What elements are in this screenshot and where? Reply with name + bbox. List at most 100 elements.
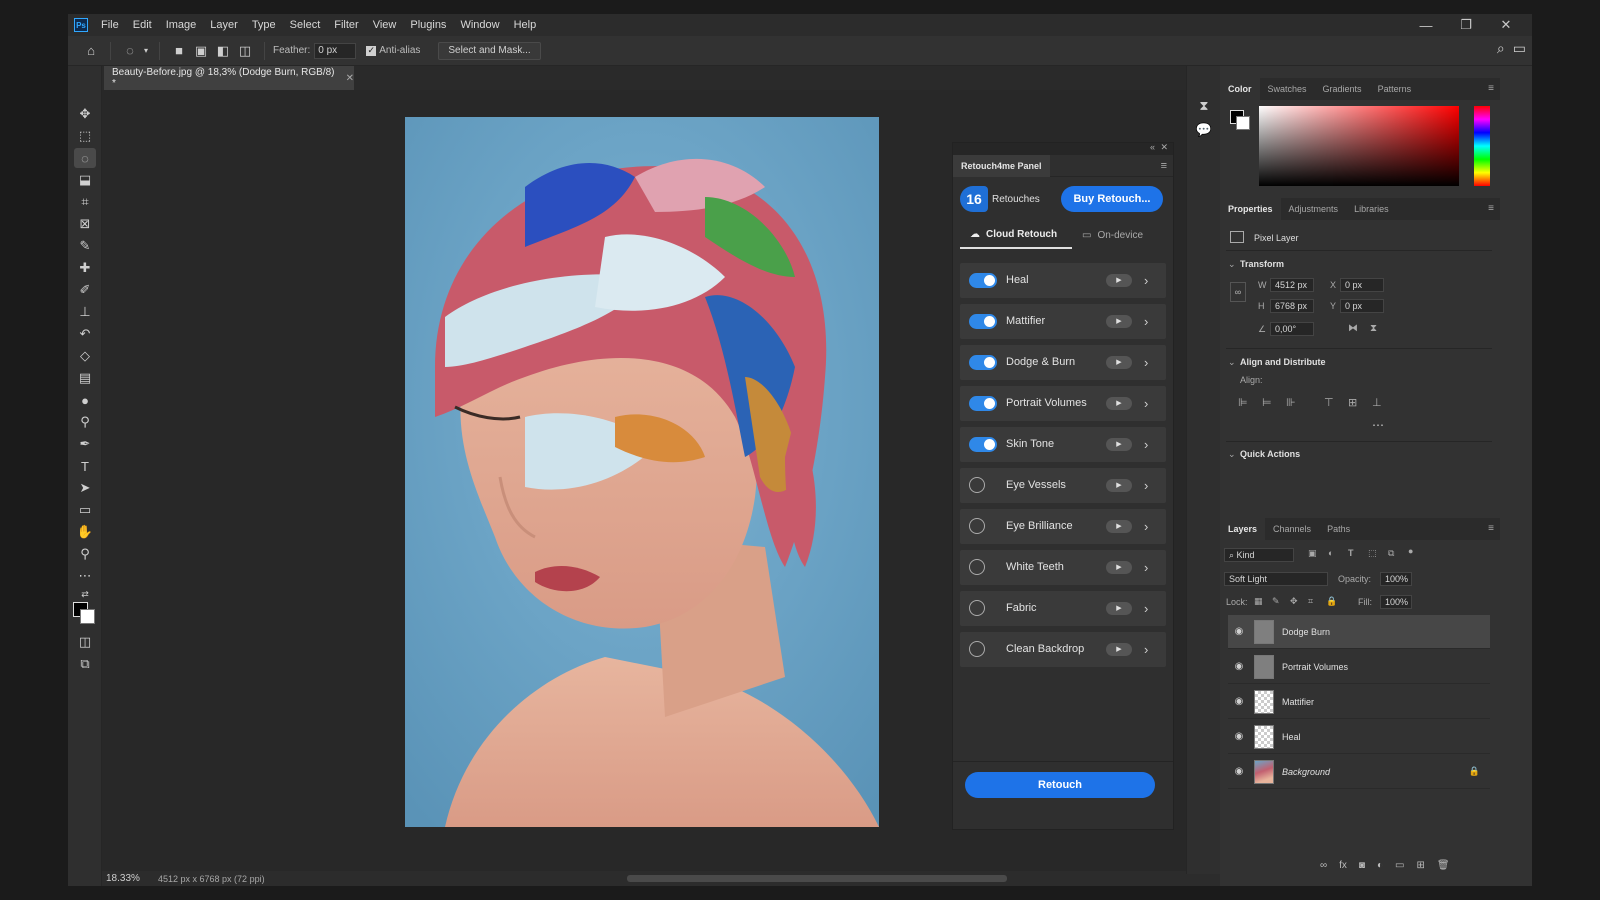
play-icon[interactable]: ▶ (1106, 479, 1132, 492)
tab-color[interactable]: Color (1220, 78, 1260, 100)
brush-tool-icon[interactable]: ✐ (74, 280, 96, 300)
path-select-tool-icon[interactable]: ➤ (74, 478, 96, 498)
filter-adjustment-icon[interactable]: ◐ (1328, 548, 1333, 558)
toggle-switch[interactable] (969, 518, 985, 534)
x-input[interactable]: 0 px (1340, 278, 1384, 292)
minimize-icon[interactable]: — (1406, 18, 1446, 33)
move-tool-icon[interactable]: ✥ (74, 104, 96, 124)
new-group-icon[interactable]: ▭ (1395, 860, 1404, 871)
align-center-icon[interactable]: ⊨ (1262, 396, 1272, 409)
menu-window[interactable]: Window (453, 14, 506, 36)
toggle-switch[interactable] (969, 437, 997, 452)
layer-row-portrait-volumes[interactable]: ◉ Portrait Volumes (1228, 650, 1490, 684)
crop-tool-icon[interactable]: ⌗ (74, 192, 96, 212)
lock-position-icon[interactable]: ✥ (1290, 596, 1298, 607)
filter-smart-object-icon[interactable]: ⧉ (1388, 548, 1394, 559)
hand-tool-icon[interactable]: ✋ (74, 522, 96, 542)
align-middle-icon[interactable]: ⊞ (1348, 396, 1357, 409)
more-icon[interactable]: ⋯ (1372, 418, 1384, 432)
layer-row-mattifier[interactable]: ◉ Mattifier (1228, 685, 1490, 719)
type-tool-icon[interactable]: T (74, 456, 96, 476)
visibility-eye-icon[interactable]: ◉ (1228, 766, 1250, 777)
history-brush-tool-icon[interactable]: ↶ (74, 324, 96, 344)
restore-icon[interactable]: ❐ (1446, 17, 1486, 33)
close-icon[interactable]: ✕ (1160, 142, 1168, 153)
align-section-title[interactable]: Align and Distribute (1240, 357, 1326, 367)
panel-menu-icon[interactable]: ≡ (1488, 203, 1494, 214)
tab-cloud-retouch[interactable]: ☁ Cloud Retouch (960, 223, 1072, 249)
close-icon[interactable]: ✕ (346, 73, 354, 84)
play-icon[interactable]: ▶ (1106, 274, 1132, 287)
tab-on-device[interactable]: ▭ On-device (1082, 223, 1166, 249)
menu-help[interactable]: Help (507, 14, 544, 36)
layer-row-background[interactable]: ◉ Background 🔒 (1228, 755, 1490, 789)
history-panel-icon[interactable]: ⧗ (1193, 96, 1215, 116)
buy-retouch-button[interactable]: Buy Retouch... (1061, 186, 1163, 212)
chevron-right-icon[interactable]: › (1144, 345, 1148, 380)
hue-slider[interactable] (1474, 106, 1490, 186)
menu-image[interactable]: Image (159, 14, 204, 36)
antialias-checkbox[interactable]: ✓ (366, 45, 377, 56)
lasso-tool-icon[interactable]: ◌ (119, 40, 141, 62)
blur-tool-icon[interactable]: ● (74, 390, 96, 410)
toggle-switch[interactable] (969, 273, 997, 288)
fill-input[interactable]: 100% (1380, 595, 1412, 609)
zoom-level[interactable]: 18.33% (106, 873, 158, 884)
menu-type[interactable]: Type (245, 14, 283, 36)
play-icon[interactable]: ▶ (1106, 561, 1132, 574)
horizontal-scroll-thumb[interactable] (627, 875, 1007, 882)
play-icon[interactable]: ▶ (1106, 438, 1132, 451)
lock-artboard-icon[interactable]: ⌗ (1308, 596, 1313, 607)
chevron-right-icon[interactable]: › (1144, 468, 1148, 503)
lock-all-icon[interactable]: 🔒 (1326, 596, 1337, 607)
comments-panel-icon[interactable]: 💬 (1193, 120, 1215, 140)
home-icon[interactable]: ⌂ (80, 40, 102, 62)
retouch-button[interactable]: Retouch (965, 772, 1155, 798)
more-tools-icon[interactable]: ⋯ (74, 566, 96, 586)
quick-mask-icon[interactable]: ◫ (74, 632, 96, 652)
blend-mode-select[interactable]: Soft Light (1224, 572, 1328, 586)
filter-shape-icon[interactable]: ⬚ (1368, 548, 1377, 559)
play-icon[interactable]: ▶ (1106, 602, 1132, 615)
play-icon[interactable]: ▶ (1106, 397, 1132, 410)
chevron-right-icon[interactable]: › (1144, 386, 1148, 421)
tab-swatches[interactable]: Swatches (1260, 78, 1315, 100)
link-layers-icon[interactable]: ∞ (1320, 860, 1327, 871)
layer-style-icon[interactable]: fx (1339, 860, 1347, 871)
close-window-icon[interactable]: ✕ (1486, 17, 1526, 33)
panel-menu-icon[interactable]: ≡ (1161, 160, 1167, 172)
visibility-eye-icon[interactable]: ◉ (1228, 696, 1250, 707)
menu-edit[interactable]: Edit (126, 14, 159, 36)
subtract-selection-icon[interactable]: ◧ (212, 40, 234, 62)
menu-plugins[interactable]: Plugins (403, 14, 453, 36)
menu-file[interactable]: File (94, 14, 126, 36)
menu-select[interactable]: Select (283, 14, 328, 36)
toggle-switch[interactable] (969, 600, 985, 616)
filter-type-icon[interactable]: T (1348, 548, 1354, 558)
gradient-tool-icon[interactable]: ▤ (74, 368, 96, 388)
tab-adjustments[interactable]: Adjustments (1281, 198, 1347, 220)
angle-input[interactable]: 0,00° (1270, 322, 1314, 336)
tab-gradients[interactable]: Gradients (1315, 78, 1370, 100)
intersect-selection-icon[interactable]: ◫ (234, 40, 256, 62)
chevron-down-icon[interactable]: ▾ (141, 40, 151, 62)
chevron-right-icon[interactable]: › (1144, 632, 1148, 667)
layer-name[interactable]: Heal (1282, 732, 1301, 742)
menu-layer[interactable]: Layer (203, 14, 245, 36)
panel-menu-icon[interactable]: ≡ (1488, 83, 1494, 94)
play-icon[interactable]: ▶ (1106, 520, 1132, 533)
visibility-eye-icon[interactable]: ◉ (1228, 661, 1250, 672)
chevron-down-icon[interactable]: ⌄ (1228, 357, 1236, 368)
eyedropper-tool-icon[interactable]: ✎ (74, 236, 96, 256)
chevron-right-icon[interactable]: › (1144, 263, 1148, 298)
filter-toggle-icon[interactable]: ● (1408, 546, 1413, 556)
chevron-right-icon[interactable]: › (1144, 304, 1148, 339)
chevron-right-icon[interactable]: › (1144, 550, 1148, 585)
rectangle-tool-icon[interactable]: ▭ (74, 500, 96, 520)
layer-name[interactable]: Mattifier (1282, 697, 1314, 707)
transform-section-title[interactable]: Transform (1240, 259, 1284, 269)
panel-title[interactable]: Retouch4me Panel (953, 155, 1050, 177)
background-color-swatch[interactable] (1236, 116, 1250, 130)
flip-vertical-icon[interactable]: ⧗ (1370, 323, 1377, 334)
screen-mode-icon[interactable]: ⧉ (74, 654, 96, 674)
